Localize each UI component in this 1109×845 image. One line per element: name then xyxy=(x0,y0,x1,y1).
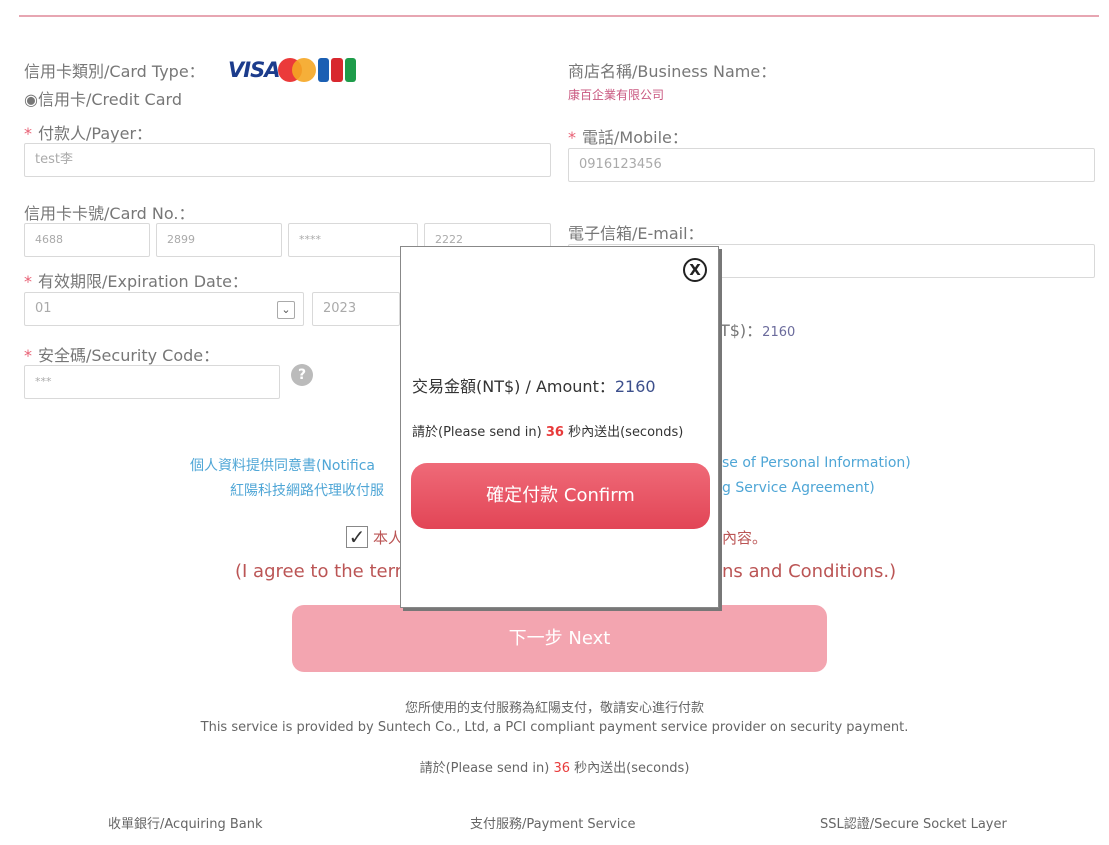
business-name-value: 康百企業有限公司 xyxy=(568,88,665,102)
footer-cn-notice: 您所使用的支付服務為紅陽支付，敬請安心進行付款 xyxy=(404,701,704,716)
agree-text-en-tail: ns and Conditions.) xyxy=(722,561,897,582)
personal-info-consent-link-tail[interactable]: se of Personal Information) xyxy=(722,455,911,471)
expiry-month-select[interactable]: 01 xyxy=(24,292,304,326)
expiry-label: * 有效期限/Expiration Date： xyxy=(24,272,248,291)
expiry-year-select[interactable]: 2023 xyxy=(312,292,400,326)
footer-en-notice: This service is provided by Suntech Co.,… xyxy=(200,720,909,735)
acquiring-bank-label: 收單銀行/Acquiring Bank xyxy=(108,817,263,832)
security-code-label: * 安全碼/Security Code： xyxy=(24,346,220,365)
top-divider xyxy=(19,15,1099,17)
footer-countdown: 請於(Please send in) 36 秒內送出(seconds) xyxy=(419,761,690,776)
chevron-down-icon[interactable]: ⌄ xyxy=(277,301,295,319)
mobile-input[interactable]: 0916123456 xyxy=(568,148,1095,182)
visa-logo: VISA xyxy=(228,58,280,82)
card-no-input-3[interactable]: **** xyxy=(288,223,418,257)
card-no-label: 信用卡卡號/Card No.： xyxy=(24,204,195,223)
amount-label: NT$)：2160 xyxy=(708,321,796,340)
help-question-icon[interactable]: ? xyxy=(291,364,313,386)
mobile-label: * 電話/Mobile： xyxy=(568,128,688,147)
confirm-payment-button[interactable]: 確定付款 Confirm xyxy=(411,463,710,529)
close-icon[interactable]: X xyxy=(683,258,707,282)
jcb-icon xyxy=(318,58,356,82)
confirm-payment-modal: X 交易金額(NT$) / Amount：2160 請於(Please send… xyxy=(400,246,719,608)
modal-amount: 交易金額(NT$) / Amount：2160 xyxy=(412,377,656,396)
payer-input[interactable]: test李 xyxy=(24,143,551,177)
agree-text-cn: 本人 xyxy=(373,529,404,547)
agree-text-en: (I agree to the term xyxy=(235,561,413,582)
expiry-month-value: 01 xyxy=(35,301,52,316)
service-agreement-link[interactable]: 紅陽科技網路代理收付服 xyxy=(230,480,384,500)
personal-info-consent-link[interactable]: 個人資料提供同意書(Notifica xyxy=(190,455,375,475)
mastercard-icon xyxy=(278,58,316,82)
payment-service-label: 支付服務/Payment Service xyxy=(470,817,636,832)
security-code-input[interactable]: *** xyxy=(24,365,280,399)
payer-label: * 付款人/Payer： xyxy=(24,124,153,143)
agree-checkbox[interactable]: ✓ xyxy=(346,526,368,548)
ssl-label: SSL認證/Secure Socket Layer xyxy=(820,817,1007,832)
card-type-label: 信用卡類別/Card Type： xyxy=(24,62,205,81)
email-label: 電子信箱/E-mail： xyxy=(568,224,704,243)
service-agreement-link-tail[interactable]: g Service Agreement) xyxy=(722,480,875,496)
modal-countdown: 請於(Please send in) 36 秒內送出(seconds) xyxy=(412,425,684,440)
business-name-label: 商店名稱/Business Name： xyxy=(568,62,777,81)
next-button[interactable]: 下一步 Next xyxy=(292,605,827,672)
card-no-input-1[interactable]: 4688 xyxy=(24,223,150,257)
agree-text-cn-tail: 內容。 xyxy=(722,529,768,547)
card-type-radio[interactable]: ◉信用卡/Credit Card xyxy=(24,86,182,110)
card-no-input-2[interactable]: 2899 xyxy=(156,223,282,257)
